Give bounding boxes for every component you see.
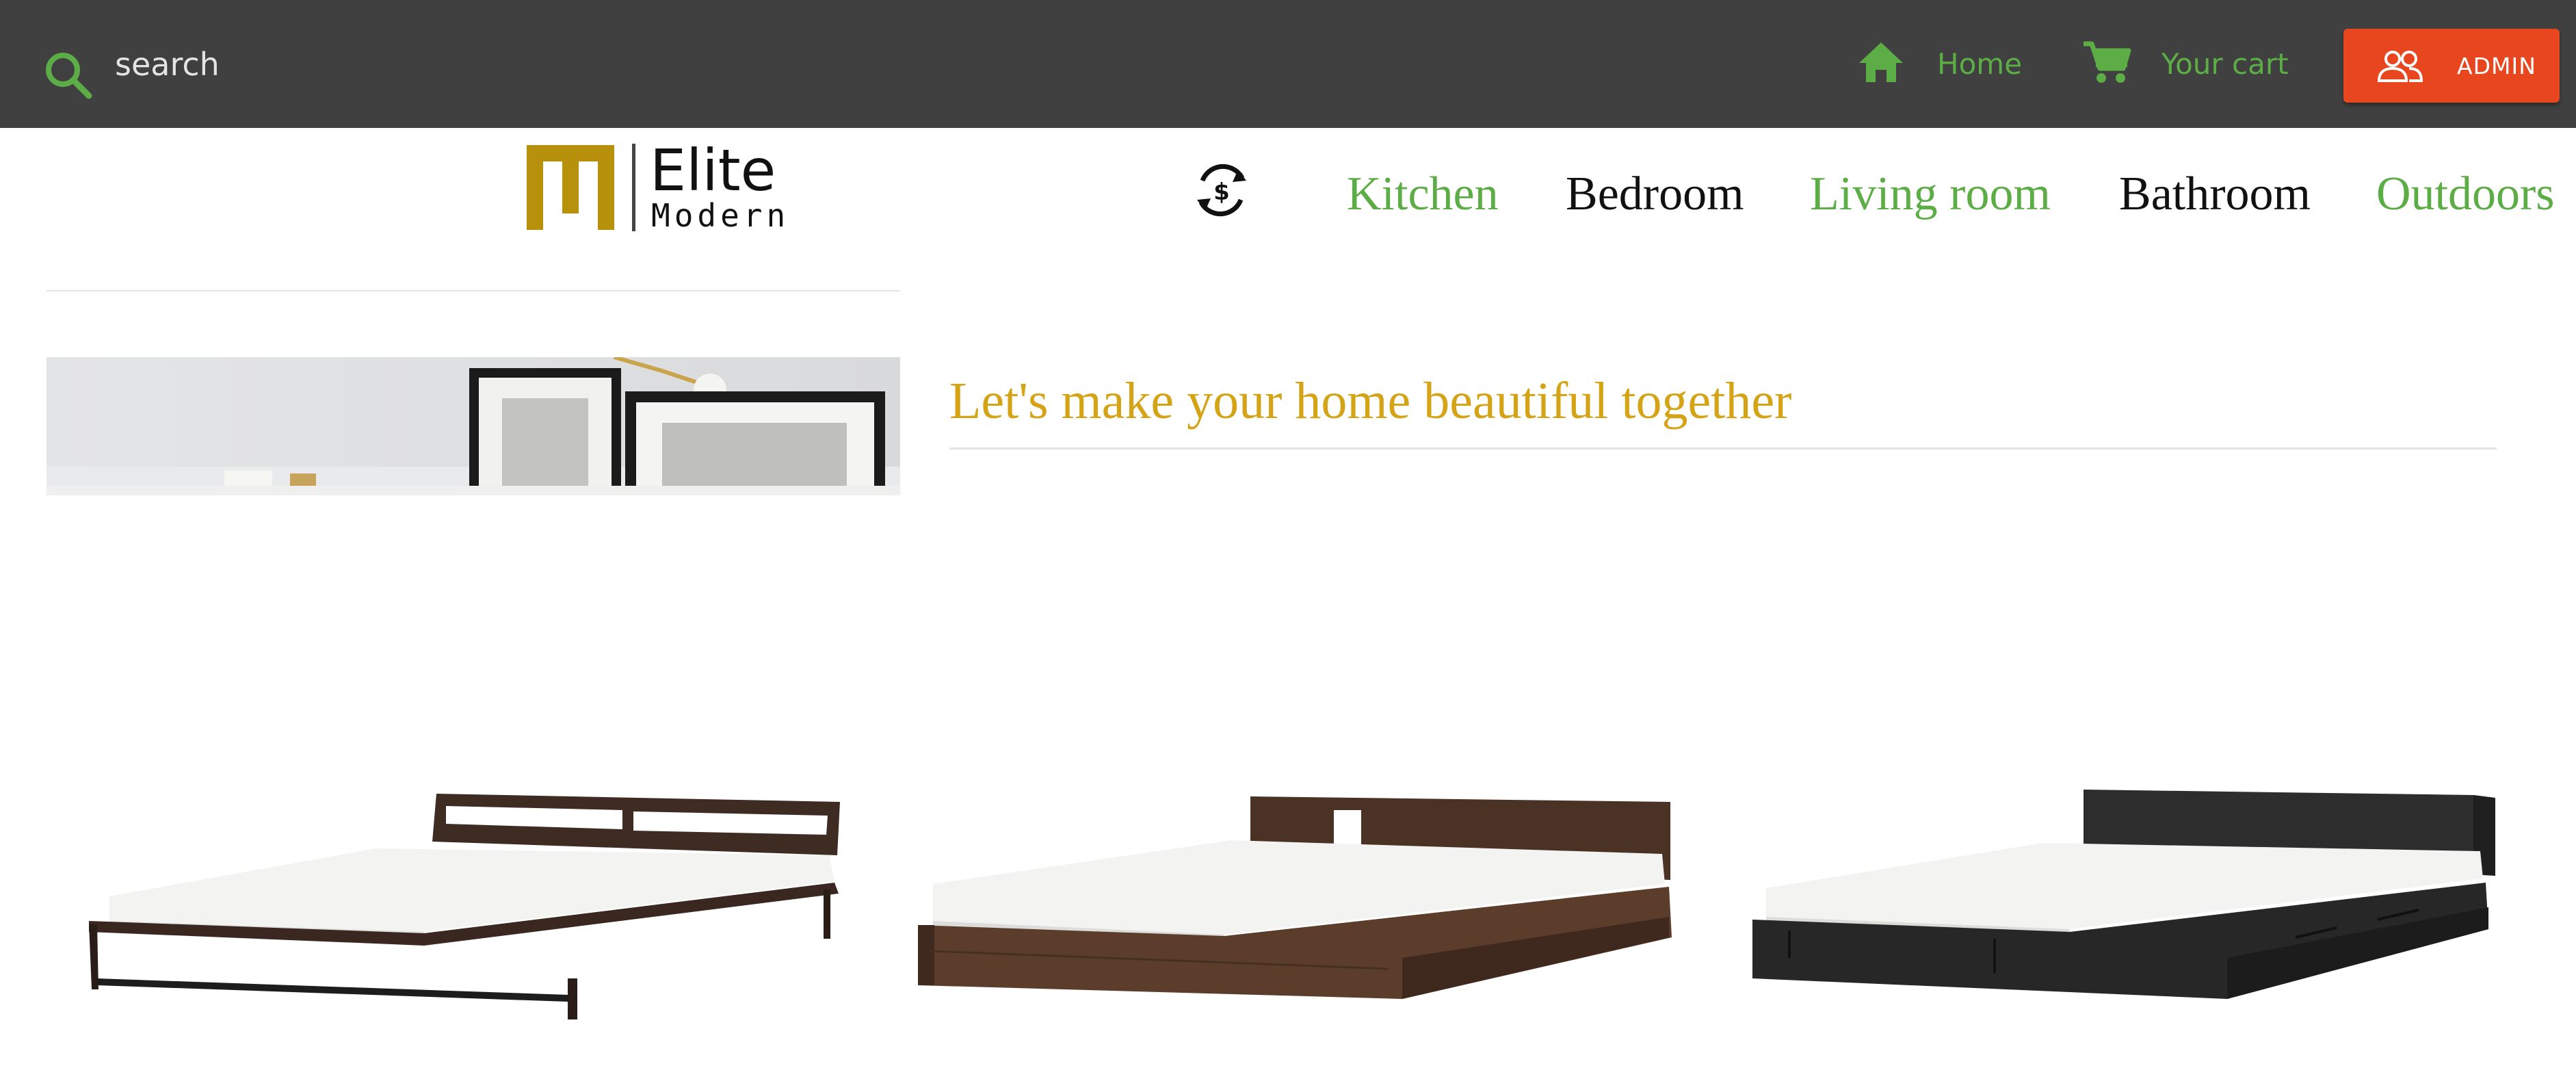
logo-word-elite: Elite [650, 137, 776, 204]
admin-button[interactable]: ADMIN [2343, 29, 2560, 103]
currency-exchange-icon[interactable]: $ [1189, 160, 1254, 220]
bed-image-3 [1752, 790, 2495, 999]
tagline: Let's make your home beautiful together [949, 372, 1792, 430]
banner-image [47, 357, 900, 495]
nav-kitchen[interactable]: Kitchen [1347, 161, 1499, 227]
header-divider [47, 290, 900, 291]
cart-icon[interactable] [2082, 40, 2131, 86]
bed-image-2 [918, 796, 1672, 999]
elite-modern-logo[interactable]: Elite Modern [521, 140, 809, 235]
home-icon[interactable] [1856, 40, 1906, 83]
logo-mark-icon [527, 145, 614, 230]
users-icon [2377, 51, 2423, 82]
logo-word-modern: Modern [651, 197, 790, 234]
bed-image-1 [89, 794, 840, 1019]
svg-text:$: $ [1213, 179, 1230, 206]
product-card-bed-walnut[interactable] [910, 753, 1683, 1040]
nav-bedroom[interactable]: Bedroom [1566, 161, 1744, 227]
top-bar: Home Your cart ADMIN [0, 0, 2576, 128]
admin-label: ADMIN [2457, 52, 2536, 79]
product-card-bed-dark-frame[interactable] [82, 753, 848, 1040]
product-card-bed-black-storage[interactable] [1748, 753, 2514, 1040]
cart-link[interactable]: Your cart [2161, 0, 2289, 128]
tagline-divider [949, 447, 2497, 450]
search-input[interactable] [115, 37, 731, 92]
nav-living-room[interactable]: Living room [1810, 161, 2051, 227]
home-link[interactable]: Home [1937, 0, 2022, 128]
logo-divider [632, 144, 635, 231]
search-icon[interactable] [42, 49, 94, 101]
nav-bathroom[interactable]: Bathroom [2119, 161, 2311, 227]
nav-outdoors[interactable]: Outdoors [2376, 161, 2555, 227]
